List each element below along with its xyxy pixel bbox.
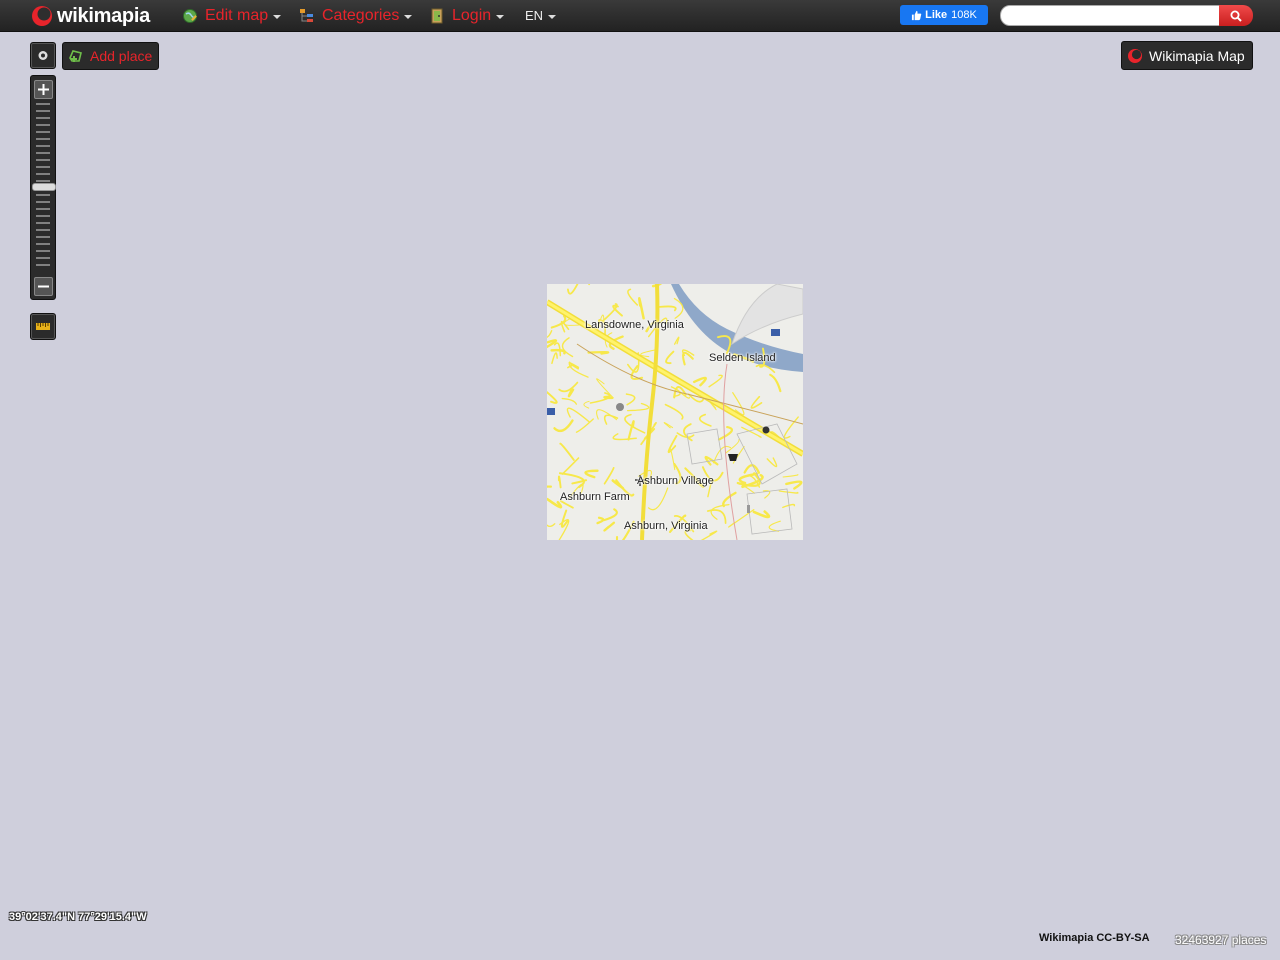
map-type-label: Wikimapia Map xyxy=(1149,47,1245,64)
ruler-button[interactable] xyxy=(30,313,56,340)
search-icon xyxy=(1230,10,1242,22)
map-label-ashburn: Ashburn, Virginia xyxy=(624,520,708,532)
map-label-ashburn-farm: Ashburn Farm xyxy=(560,491,630,503)
zoom-out-button[interactable] xyxy=(34,277,53,296)
language-label: EN xyxy=(525,8,544,23)
chevron-down-icon xyxy=(496,14,505,19)
locate-button[interactable] xyxy=(30,42,56,69)
chevron-down-icon xyxy=(548,14,557,19)
search-input[interactable] xyxy=(1000,5,1222,26)
top-bar: wikimapia Edit map Categories Login EN L… xyxy=(0,0,1280,32)
globe-pencil-icon xyxy=(183,8,197,23)
chevron-down-icon xyxy=(273,14,282,19)
coordinates-readout: 39°02'37.4"N 77°29'15.4"W xyxy=(9,911,147,923)
login-menu[interactable]: Login xyxy=(429,0,505,31)
zoom-slider-handle[interactable] xyxy=(32,183,56,191)
add-place-button[interactable]: Add place xyxy=(62,42,159,70)
places-count: 32463927 places xyxy=(1175,933,1267,947)
edit-map-menu[interactable]: Edit map xyxy=(182,0,282,31)
map-type-button[interactable]: Wikimapia Map xyxy=(1121,41,1253,70)
logo-text: wikimapia xyxy=(57,4,150,27)
login-label: Login xyxy=(452,6,492,24)
search-button[interactable] xyxy=(1219,5,1253,26)
add-place-icon xyxy=(69,50,82,62)
map-label-ashburn-village: Ashburn Village xyxy=(637,475,714,487)
wikimapia-logo[interactable]: wikimapia xyxy=(31,3,150,29)
plus-icon xyxy=(38,84,49,95)
facebook-like-button[interactable]: Like 108K xyxy=(900,5,988,25)
zoom-control xyxy=(30,75,56,300)
facebook-like-count: 108K xyxy=(951,9,977,21)
ruler-icon xyxy=(36,323,50,330)
wikimapia-logo-icon xyxy=(32,6,52,26)
chevron-down-icon xyxy=(404,14,413,19)
map-label-selden-island: Selden Island xyxy=(709,352,776,364)
zoom-in-button[interactable] xyxy=(34,80,53,99)
thumbs-up-icon xyxy=(912,10,922,20)
target-icon xyxy=(38,51,48,60)
categories-menu[interactable]: Categories xyxy=(299,0,413,31)
add-place-label: Add place xyxy=(90,48,153,64)
facebook-like-label: Like xyxy=(925,9,948,21)
minus-icon xyxy=(38,285,49,288)
wikimapia-icon xyxy=(1128,48,1142,63)
categories-label: Categories xyxy=(322,6,400,24)
map-tile[interactable]: Lansdowne, Virginia Selden Island Ashbur… xyxy=(547,284,803,540)
door-icon xyxy=(431,8,443,23)
language-selector[interactable]: EN xyxy=(525,0,557,31)
map-label-lansdowne: Lansdowne, Virginia xyxy=(585,319,684,331)
tree-icon xyxy=(300,8,313,22)
license-text[interactable]: Wikimapia CC-BY-SA xyxy=(1039,932,1150,944)
edit-map-label: Edit map xyxy=(205,6,269,24)
